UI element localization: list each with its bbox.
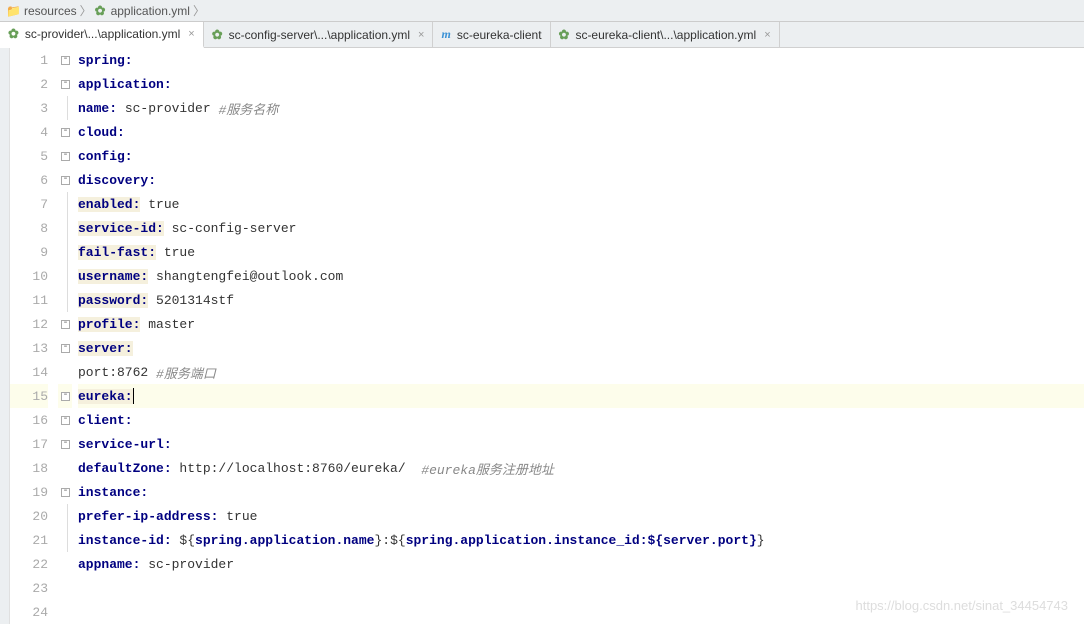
breadcrumb-label: resources — [24, 4, 77, 18]
fold-icon[interactable] — [61, 56, 70, 65]
watermark: https://blog.csdn.net/sinat_34454743 — [856, 598, 1069, 613]
code-content[interactable]: spring: application: name: sc-provider #… — [72, 48, 1084, 624]
code-line: cloud: — [78, 120, 1084, 144]
code-line: discovery: — [78, 168, 1084, 192]
fold-icon[interactable] — [61, 128, 70, 137]
chevron-right-icon: 〉 — [193, 2, 205, 19]
fold-icon[interactable] — [61, 440, 70, 449]
editor-sidebar-strip — [0, 48, 10, 624]
chevron-right-icon: 〉 — [80, 2, 92, 19]
code-line: password: 5201314stf — [78, 288, 1084, 312]
fold-icon[interactable] — [61, 344, 70, 353]
code-line: username: shangtengfei@outlook.com — [78, 264, 1084, 288]
close-icon[interactable]: × — [188, 28, 194, 40]
fold-gutter — [58, 48, 72, 624]
code-line: spring: — [78, 48, 1084, 72]
code-line: enabled: true — [78, 192, 1084, 216]
fold-icon[interactable] — [61, 488, 70, 497]
breadcrumb: 📁 resources 〉 ✿ application.yml 〉 — [0, 0, 1084, 22]
yml-icon: ✿ — [95, 3, 106, 19]
code-line: appname: sc-provider — [78, 552, 1084, 576]
code-editor[interactable]: 123456789101112131415161718192021222324 … — [0, 48, 1084, 624]
code-line: service-url: — [78, 432, 1084, 456]
close-icon[interactable]: × — [764, 29, 770, 41]
code-line: defaultZone: http://localhost:8760/eurek… — [78, 456, 1084, 480]
yml-icon: ✿ — [212, 27, 223, 43]
tab-label: sc-eureka-client\...\application.yml — [575, 28, 756, 42]
folder-icon: 📁 — [6, 4, 21, 18]
code-line: client: — [78, 408, 1084, 432]
fold-icon[interactable] — [61, 416, 70, 425]
code-line: port:8762 #服务端口 — [78, 360, 1084, 384]
fold-icon[interactable] — [61, 176, 70, 185]
tab-application-yml-provider[interactable]: ✿ sc-provider\...\application.yml × — [0, 22, 204, 48]
text-cursor — [133, 388, 134, 404]
fold-icon[interactable] — [61, 392, 70, 401]
close-icon[interactable]: × — [418, 29, 424, 41]
fold-icon[interactable] — [61, 80, 70, 89]
tab-application-yml-config[interactable]: ✿ sc-config-server\...\application.yml × — [204, 22, 434, 47]
code-line: name: sc-provider #服务名称 — [78, 96, 1084, 120]
tab-eureka-client[interactable]: m sc-eureka-client — [433, 22, 550, 47]
editor-tabs: ✿ sc-provider\...\application.yml × ✿ sc… — [0, 22, 1084, 48]
code-line-current: eureka: — [78, 384, 1084, 408]
yml-icon: ✿ — [559, 27, 570, 43]
breadcrumb-label: application.yml — [111, 4, 190, 18]
maven-icon: m — [441, 27, 450, 42]
code-line: instance: — [78, 480, 1084, 504]
code-line: config: — [78, 144, 1084, 168]
breadcrumb-item[interactable]: 📁 resources — [6, 4, 77, 18]
code-line: application: — [78, 72, 1084, 96]
code-line — [78, 576, 1084, 600]
line-number-gutter: 123456789101112131415161718192021222324 — [10, 48, 58, 624]
code-line: profile: master — [78, 312, 1084, 336]
fold-icon[interactable] — [61, 320, 70, 329]
tab-label: sc-provider\...\application.yml — [25, 27, 180, 41]
code-line: prefer-ip-address: true — [78, 504, 1084, 528]
yml-icon: ✿ — [8, 26, 19, 42]
tab-label: sc-config-server\...\application.yml — [229, 28, 410, 42]
tab-label: sc-eureka-client — [457, 28, 542, 42]
breadcrumb-item[interactable]: ✿ application.yml — [95, 3, 190, 19]
tab-application-yml-eureka[interactable]: ✿ sc-eureka-client\...\application.yml × — [551, 22, 780, 47]
code-line: instance-id: ${spring.application.name}:… — [78, 528, 1084, 552]
code-line: fail-fast: true — [78, 240, 1084, 264]
code-line: service-id: sc-config-server — [78, 216, 1084, 240]
code-line: server: — [78, 336, 1084, 360]
fold-icon[interactable] — [61, 152, 70, 161]
